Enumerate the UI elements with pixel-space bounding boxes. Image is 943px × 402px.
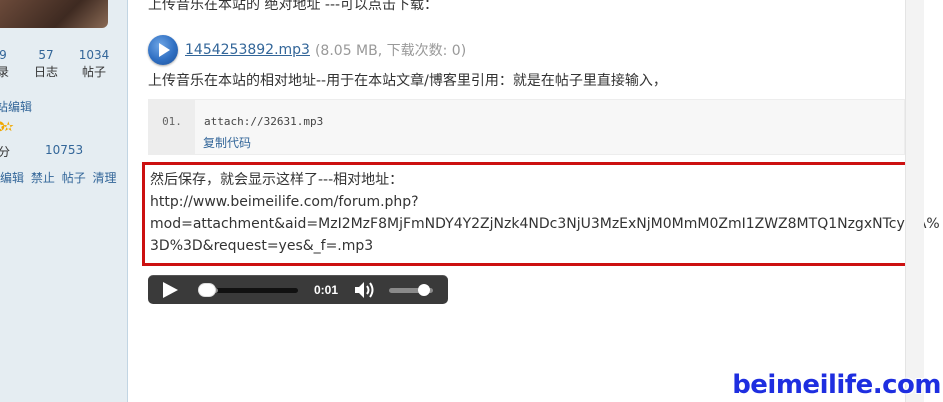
action-clean-link[interactable]: 清理 [93,171,117,185]
current-time: 0:01 [314,283,339,297]
admin-actions: 编辑 禁止 帖子 清理 [0,169,120,186]
stat-label: 录 [0,65,9,79]
highlight-url-line: http://www.beimeilife.com/forum.php? [150,194,419,210]
action-edit-link[interactable]: 编辑 [0,171,24,185]
volume-handle[interactable] [418,284,431,296]
code-block: 01. attach://32631.mp3 复制代码 [148,99,905,155]
play-icon[interactable] [163,282,178,298]
user-group-link[interactable]: 站编辑 [0,98,32,115]
stat-records[interactable]: 9 录 [0,47,12,81]
volume-icon[interactable] [354,281,378,299]
code-line-number: 01. [149,100,195,154]
stat-value: 9 [0,48,7,62]
avatar[interactable] [0,0,108,28]
stat-label: 日志 [33,65,58,79]
post-content: 上传音乐在本站的 绝对地址 ---可以点击下载： 1454253892.mp3 … [129,0,940,402]
highlight-url-line: 3D%3D&request=yes&_f=.mp3 [150,238,374,254]
audio-file-icon[interactable] [148,35,178,65]
code-content: attach://32631.mp3 [204,115,324,128]
vertical-scrollbar[interactable] [905,0,924,402]
points-label: 分 [0,145,11,159]
action-ban-link[interactable]: 禁止 [31,171,55,185]
site-watermark: beimeilife.com [732,370,941,400]
stat-blogs[interactable]: 57 日志 [33,47,59,81]
user-sidebar: 9 录 57 日志 1034 帖子 站编辑 ✪✫ 分 10753 编辑 禁止 帖… [0,0,128,402]
stat-value: 57 [38,48,54,62]
stat-posts[interactable]: 1034 帖子 [78,47,110,81]
seek-handle[interactable] [198,283,216,297]
stat-label: 帖子 [81,65,106,79]
attachment-meta: (8.05 MB, 下载次数: 0) [314,43,467,59]
stat-value: 1034 [78,48,110,62]
absolute-url-caption: 上传音乐在本站的 绝对地址 ---可以点击下载： [148,0,439,13]
rank-stars-icon: ✪✫ [0,120,14,135]
highlight-line: 然后保存，就会显示这样了---相对地址： [150,172,404,188]
relative-url-caption: 上传音乐在本站的相对地址--用于在本站文章/博客里引用：就是在帖子里直接输入， [148,73,667,89]
audio-player: 0:01 [148,275,448,304]
highlight-url-line: mod=attachment&aid=MzI2MzF8MjFmNDY4Y2ZjN… [150,216,940,232]
attachment-download-link[interactable]: 1454253892.mp3 [185,42,310,58]
attachment-row: 1454253892.mp3 (8.05 MB, 下载次数: 0) [148,35,466,65]
copy-code-link[interactable]: 复制代码 [203,134,251,151]
points-value: 10753 [45,143,84,157]
action-posts-link[interactable]: 帖子 [62,171,86,185]
highlight-box: 然后保存，就会显示这样了---相对地址： http://www.beimeili… [142,162,940,266]
